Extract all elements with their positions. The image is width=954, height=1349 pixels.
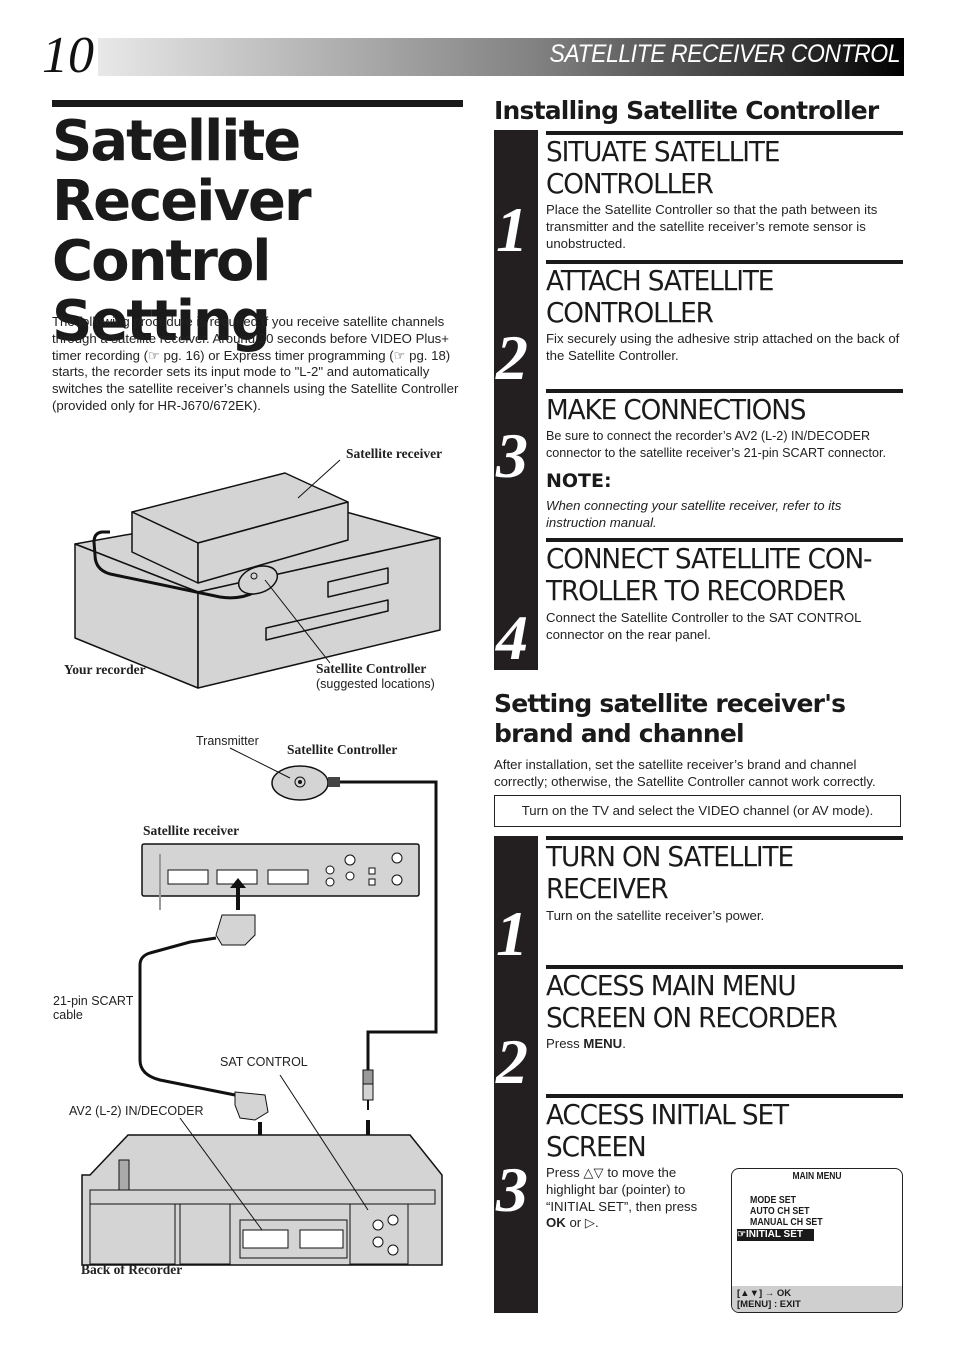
step-title: ACCESS MAIN MENU SCREEN ON RECORDER xyxy=(546,969,838,1034)
menu-item-initial-set-selected: ☞INITIAL SET xyxy=(737,1229,814,1241)
pointer-icon: ☞ xyxy=(737,1229,746,1240)
title-line: Receiver xyxy=(52,169,312,234)
step-number: 3 xyxy=(496,1154,528,1225)
step-text: Press △▽ to move the highlight bar (poin… xyxy=(546,1165,698,1231)
step-number: 1 xyxy=(496,194,528,265)
step-title: CONNECT SATELLITE CON- TROLLER TO RECORDE… xyxy=(546,542,873,607)
menu-button-label: MENU xyxy=(583,1036,623,1051)
step-number: 2 xyxy=(496,1026,528,1097)
label-satellite-receiver-2: Satellite receiver xyxy=(143,823,240,838)
section-title: SATELLITE RECEIVER CONTROL xyxy=(549,40,900,68)
step-text: Connect the Satellite Controller to the … xyxy=(546,610,861,642)
step-text: Turn on the satellite receiver’s power. xyxy=(546,908,765,923)
step-number: 2 xyxy=(496,322,528,393)
info-box: Turn on the TV and select the VIDEO chan… xyxy=(494,795,901,827)
label-your-recorder: Your recorder xyxy=(64,662,146,677)
menu-title: MAIN MENU xyxy=(792,1171,842,1182)
step-number: 1 xyxy=(496,898,528,969)
menu-footer: [▲▼] → OK [MENU] : EXIT xyxy=(732,1286,902,1312)
label-back-of-recorder: Back of Recorder xyxy=(81,1262,183,1277)
label-satellite-controller: Satellite Controller xyxy=(316,661,427,676)
pointing-hand-icon: ☞ xyxy=(393,347,406,363)
intro-paragraph: The following procedure is required if y… xyxy=(52,314,462,415)
step-number: 3 xyxy=(496,420,528,491)
label-satellite-receiver: Satellite receiver xyxy=(346,446,443,461)
step-number: 4 xyxy=(496,602,528,673)
step-title: TURN ON SATELLITE RECEIVER xyxy=(546,840,794,905)
menu-item-manual-ch-set: MANUAL CH SET xyxy=(750,1217,823,1228)
step-title: ATTACH SATELLITE CONTROLLER xyxy=(546,264,774,329)
label-scart-cable: 21-pin SCART cable xyxy=(53,994,134,1022)
ok-button-label: OK xyxy=(546,1215,566,1231)
label-suggested-locations: (suggested locations) xyxy=(316,677,435,691)
pointing-hand-icon: ☞ xyxy=(148,347,160,363)
main-menu-screen: MAIN MENU MODE SET AUTO CH SET MANUAL CH… xyxy=(731,1168,903,1313)
menu-item-mode-set: MODE SET xyxy=(750,1195,796,1206)
label-av2-decoder: AV2 (L-2) IN/DECODER xyxy=(69,1104,204,1118)
menu-item-auto-ch-set: AUTO CH SET xyxy=(750,1206,810,1217)
label-satellite-controller-2: Satellite Controller xyxy=(287,742,398,757)
step-title: MAKE CONNECTIONS xyxy=(546,393,806,426)
label-transmitter: Transmitter xyxy=(196,734,259,748)
note-heading: NOTE: xyxy=(546,470,612,492)
title-rule xyxy=(52,100,463,107)
step-title: SITUATE SATELLITE CONTROLLER xyxy=(546,135,780,200)
step-text: Place the Satellite Controller so that t… xyxy=(546,202,878,251)
step-title: ACCESS INITIAL SET SCREEN xyxy=(546,1098,789,1163)
step-text: Fix securely using the adhesive strip at… xyxy=(546,331,900,363)
note-text: When connecting your satellite receiver,… xyxy=(546,498,842,530)
installing-heading: Installing Satellite Controller xyxy=(494,96,879,125)
intro-text: pg. 16) or Express timer programming ( xyxy=(159,347,394,363)
setting-heading: Setting satellite receiver's brand and ch… xyxy=(494,689,846,748)
step-text: Press MENU. xyxy=(546,1036,626,1051)
label-sat-control: SAT CONTROL xyxy=(220,1055,308,1069)
setting-intro: After installation, set the satellite re… xyxy=(494,757,876,789)
title-line: Satellite xyxy=(52,109,301,174)
page-number: 10 xyxy=(42,27,94,84)
step-text: Be sure to connect the recorder’s AV2 (L… xyxy=(546,429,886,460)
